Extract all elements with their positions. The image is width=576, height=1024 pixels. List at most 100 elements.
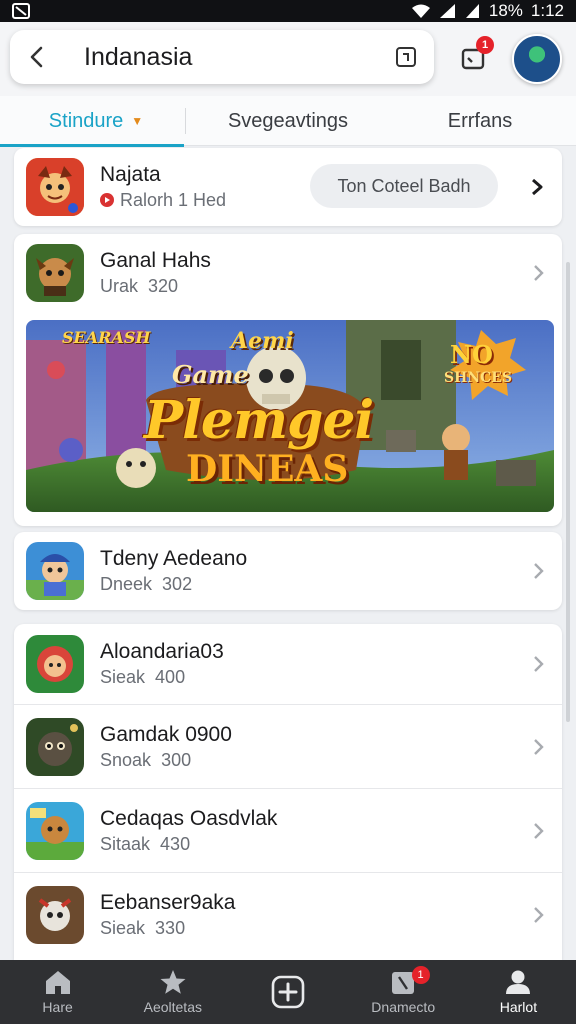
nav-inbox[interactable]: 1 Dnamecto	[346, 960, 461, 1024]
app-sub: Urak 320	[100, 274, 211, 298]
featured-name: Najata	[100, 163, 161, 186]
tab-bar: Stindure ▼ Svegeavtings Errfans	[0, 96, 576, 147]
app-name: Cedaqas Oasdvlak	[100, 806, 278, 830]
app-icon	[26, 717, 84, 776]
app-name: Ganal Hahs	[100, 249, 211, 272]
app-sub-label: Urak	[100, 276, 139, 296]
page-title: Indanasia	[84, 42, 193, 71]
bottom-nav: Hare Aeoltetas 1 Dnamecto Harlot	[0, 960, 576, 1024]
signal-icon-2	[465, 3, 481, 19]
game-card: Ganal Hahs Urak 320 SEARASH Aemi Game Pl…	[14, 234, 562, 526]
featured-card: Najata Ralorh 1 Hed Ton Coteel Badh	[14, 148, 562, 226]
game-banner[interactable]: SEARASH Aemi Game Plemgei DINEAS NO SHNC…	[26, 320, 554, 512]
live-icon	[100, 193, 114, 207]
banner-title: Plemgei	[144, 390, 374, 451]
scrollbar[interactable]	[566, 262, 570, 722]
nav-home[interactable]: Hare	[0, 960, 115, 1024]
nav-favorites[interactable]: Aeoltetas	[115, 960, 230, 1024]
nav-label: Dnamecto	[371, 999, 436, 1015]
app-sub-value: 320	[148, 276, 179, 296]
list-item[interactable]: Eebanser9aka Sieak 330	[14, 872, 562, 956]
chevron-right-icon[interactable]	[530, 178, 544, 196]
nav-label: Hare	[42, 999, 73, 1015]
featured-row[interactable]: Najata Ralorh 1 Hed Ton Coteel Badh	[14, 148, 562, 226]
wifi-icon	[411, 3, 431, 19]
tab-errfans[interactable]: Errfans	[384, 96, 576, 146]
chevron-right-icon	[534, 738, 544, 755]
calendar-icon	[396, 47, 416, 67]
app-sub: Sieak 400	[100, 665, 224, 689]
tab-divider	[185, 108, 186, 134]
notification-icon	[12, 3, 32, 19]
app-name: Tdeny Aedeano	[100, 547, 248, 570]
inbox-badge: 1	[411, 966, 430, 984]
app-icon	[26, 158, 84, 216]
app-sub-value: 430	[160, 833, 191, 854]
back-arrow-icon	[30, 46, 43, 68]
app-name: Eebanser9aka	[100, 890, 236, 914]
nav-label: Harlot	[499, 999, 538, 1015]
tab-label: Stindure	[48, 109, 124, 132]
battery-text: 18%	[488, 1, 523, 20]
app-icon	[26, 635, 84, 693]
featured-sub: Ralorh 1 Hed	[100, 188, 226, 212]
notification-badge: 1	[476, 36, 494, 54]
app-sub-label: Sieak	[100, 667, 146, 687]
status-bar: 18% 1:12	[0, 0, 576, 22]
calendar-button[interactable]	[384, 35, 428, 79]
chevron-right-icon	[534, 822, 544, 839]
app-sub: Sitaak 430	[100, 832, 277, 856]
banner-top-label: SEARASH	[62, 328, 151, 347]
featured-sub-text: Ralorh 1 Hed	[120, 190, 227, 210]
back-button[interactable]	[10, 30, 64, 84]
app-icon	[26, 244, 84, 302]
app-list-card: Aloandaria03 Sieak 400 Gamdak 0900 Snoak…	[14, 624, 562, 960]
chevron-right-icon	[534, 563, 544, 579]
chevron-right-icon	[534, 265, 544, 281]
list-item[interactable]: Gamdak 0900 Snoak 300	[14, 704, 562, 788]
status-time: 1:12	[530, 1, 564, 20]
list-item[interactable]: Cedaqas Oasdvlak Sitaak 430	[14, 788, 562, 872]
follow-button[interactable]: Ton Coteel Badh	[310, 164, 498, 208]
app-sub-value: 302	[162, 574, 193, 594]
nav-label: Aeoltetas	[143, 999, 202, 1015]
nav-profile[interactable]: Harlot	[461, 960, 576, 1024]
app-sub-label: Dneek	[100, 574, 153, 594]
tab-label: Svegeavtings	[227, 109, 349, 132]
app-name: Gamdak 0900	[100, 722, 232, 746]
app-card: Tdeny Aedeano Dneek 302	[14, 532, 562, 610]
list-item[interactable]: Ganal Hahs Urak 320	[14, 234, 562, 312]
banner-aemi: Aemi	[231, 328, 294, 354]
app-sub: Sieak 330	[100, 916, 235, 940]
app-sub: Snoak 300	[100, 748, 232, 772]
app-icon	[26, 801, 84, 860]
app-icon	[26, 885, 84, 944]
app-sub-label: Snoak	[100, 749, 152, 770]
tab-stindure[interactable]: Stindure ▼	[0, 96, 192, 147]
banner-game: Game	[172, 360, 249, 389]
banner-corner-title: NO	[450, 340, 493, 369]
chevron-right-icon	[534, 906, 544, 923]
app-sub: Dneek 302	[100, 572, 247, 596]
title-bar: Indanasia	[10, 30, 434, 84]
add-icon	[271, 975, 305, 1009]
list-item[interactable]: Tdeny Aedeano Dneek 302	[14, 532, 562, 610]
list-item[interactable]: Aloandaria03 Sieak 400	[14, 624, 562, 704]
profile-icon	[506, 970, 531, 994]
nav-add[interactable]	[230, 960, 345, 1024]
app-sub-value: 300	[161, 749, 192, 770]
notifications-button[interactable]: 1	[452, 36, 496, 80]
banner-corner-sub: SHNCES	[444, 370, 513, 386]
app-name: Aloandaria03	[100, 640, 224, 663]
signal-icon	[439, 3, 457, 19]
app-sub-label: Sitaak	[100, 833, 151, 854]
star-icon	[160, 970, 186, 994]
dropdown-caret-icon: ▼	[131, 114, 144, 128]
app-icon	[26, 542, 84, 600]
header: Indanasia 1	[0, 22, 576, 96]
home-icon	[45, 971, 70, 994]
tab-svegeavtings[interactable]: Svegeavtings	[192, 96, 384, 146]
chevron-right-icon	[534, 656, 544, 672]
banner-subtitle: DINEAS	[186, 448, 349, 490]
avatar[interactable]	[512, 34, 562, 84]
